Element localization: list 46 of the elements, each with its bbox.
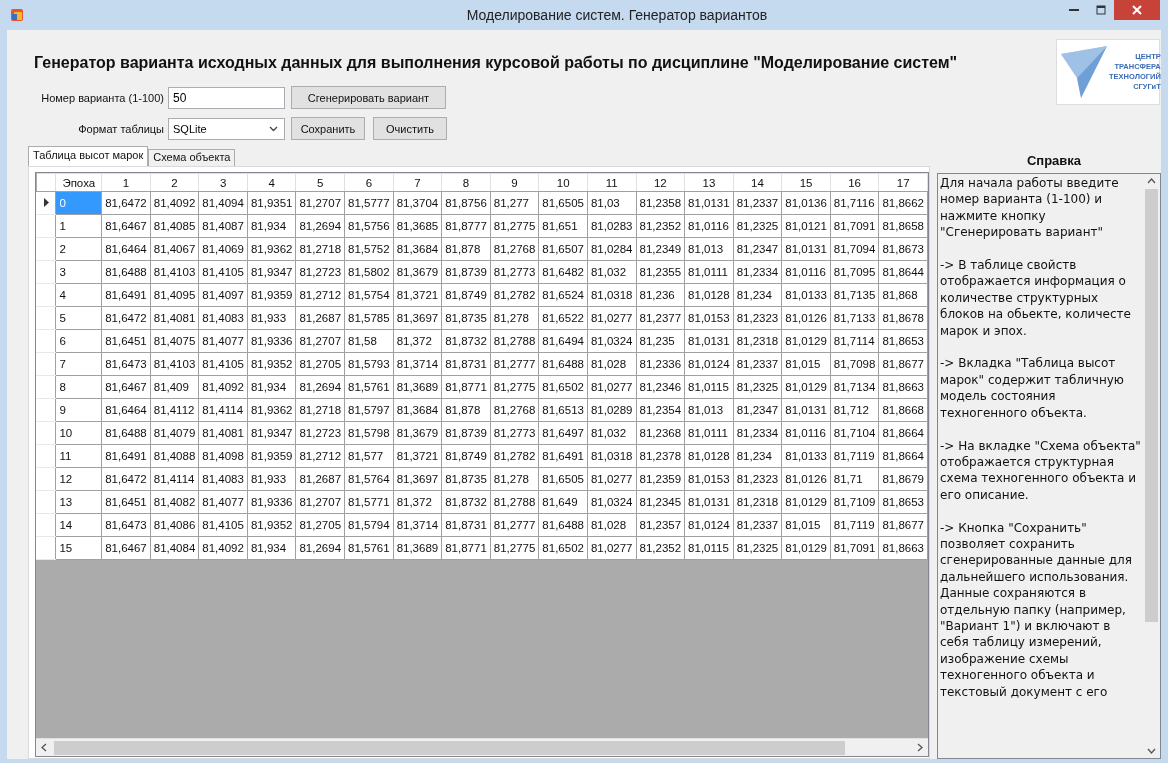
row-pointer-icon	[43, 198, 49, 207]
column-header[interactable]: 3	[198, 173, 248, 192]
column-header[interactable]: 9	[490, 173, 539, 192]
column-header[interactable]: 14	[733, 173, 782, 192]
field-label: Номер варианта (1-100)	[40, 91, 164, 104]
scroll-thumb[interactable]	[1145, 189, 1158, 622]
minimize-icon	[1068, 9, 1079, 11]
column-header[interactable]: 15	[781, 173, 831, 192]
scroll-thumb[interactable]	[54, 740, 846, 755]
clear-button[interactable]: Очистить	[373, 117, 447, 140]
scroll-left-icon[interactable]	[40, 743, 48, 752]
scroll-down-icon[interactable]	[1147, 747, 1156, 755]
column-header[interactable]: 1	[101, 173, 151, 192]
column-header[interactable]: 12	[636, 173, 685, 192]
column-header[interactable]: 7	[393, 173, 442, 192]
paper-plane-icon	[1059, 44, 1109, 100]
close-icon	[1132, 5, 1142, 15]
column-header[interactable]: 17	[878, 173, 928, 192]
field-label: Формат таблицы	[77, 122, 164, 135]
save-button[interactable]: Сохранить	[291, 117, 365, 140]
variant-input[interactable]: 50	[168, 86, 285, 109]
column-header[interactable]: 2	[150, 173, 199, 192]
app-icon	[10, 8, 24, 22]
column-header[interactable]: 13	[684, 173, 734, 192]
column-header[interactable]: Эпоха	[55, 173, 102, 192]
scroll-up-icon[interactable]	[1147, 177, 1156, 185]
tab[interactable]: Схема объекта	[148, 149, 236, 166]
format-dropdown[interactable]: SQLite	[168, 117, 285, 140]
close-button[interactable]	[1114, 0, 1160, 20]
column-header[interactable]: 11	[587, 173, 636, 192]
column-header[interactable]: 6	[344, 173, 394, 192]
maximize-icon	[1095, 5, 1106, 15]
heading: Генератор варианта исходных данных для выполнения курсовой работы по дисциплине "Моделирование систем"	[34, 54, 958, 72]
help-text: Для начала работы введите номер варианта (1-100) и нажмите кнопку "Сгенерировать вариант" -> В таблице свойств отображается информация о количестве структурных блоков на обьекте, количесте марок и эпох. -> Вкладка "Таблица высот марок" содержит табличную модель состояния техногенного объекта. -> На вкладке "Схема объекта" отображается структурная схема техногенного объекта и его описание. -> Кнопка "Сохранить" позволяет сохранить сгенерированные данные для дальнейшего использования. Данные сохраняются в отдельную папку (например, "Вариант 1") и включают в себя таблицу измерений, изображение схемы техногенного объекта и текстовый документ с его	[939, 175, 1142, 701]
column-header[interactable]: 4	[247, 173, 296, 192]
column-header[interactable]: 8	[441, 173, 491, 192]
horizontal-scrollbar[interactable]	[36, 738, 928, 756]
generate-button[interactable]: Сгенерировать вариант	[291, 86, 446, 109]
tab[interactable]: Таблица высот марок	[28, 146, 149, 166]
column-header[interactable]: 5	[295, 173, 345, 192]
column-header[interactable]: 16	[830, 173, 879, 192]
help-title: Справка	[1025, 152, 1083, 170]
scroll-right-icon[interactable]	[916, 743, 924, 752]
chevron-icon	[269, 125, 278, 132]
window-title: Моделирование систем. Генератор вариантов	[465, 7, 769, 23]
column-header[interactable]: 10	[538, 173, 588, 192]
